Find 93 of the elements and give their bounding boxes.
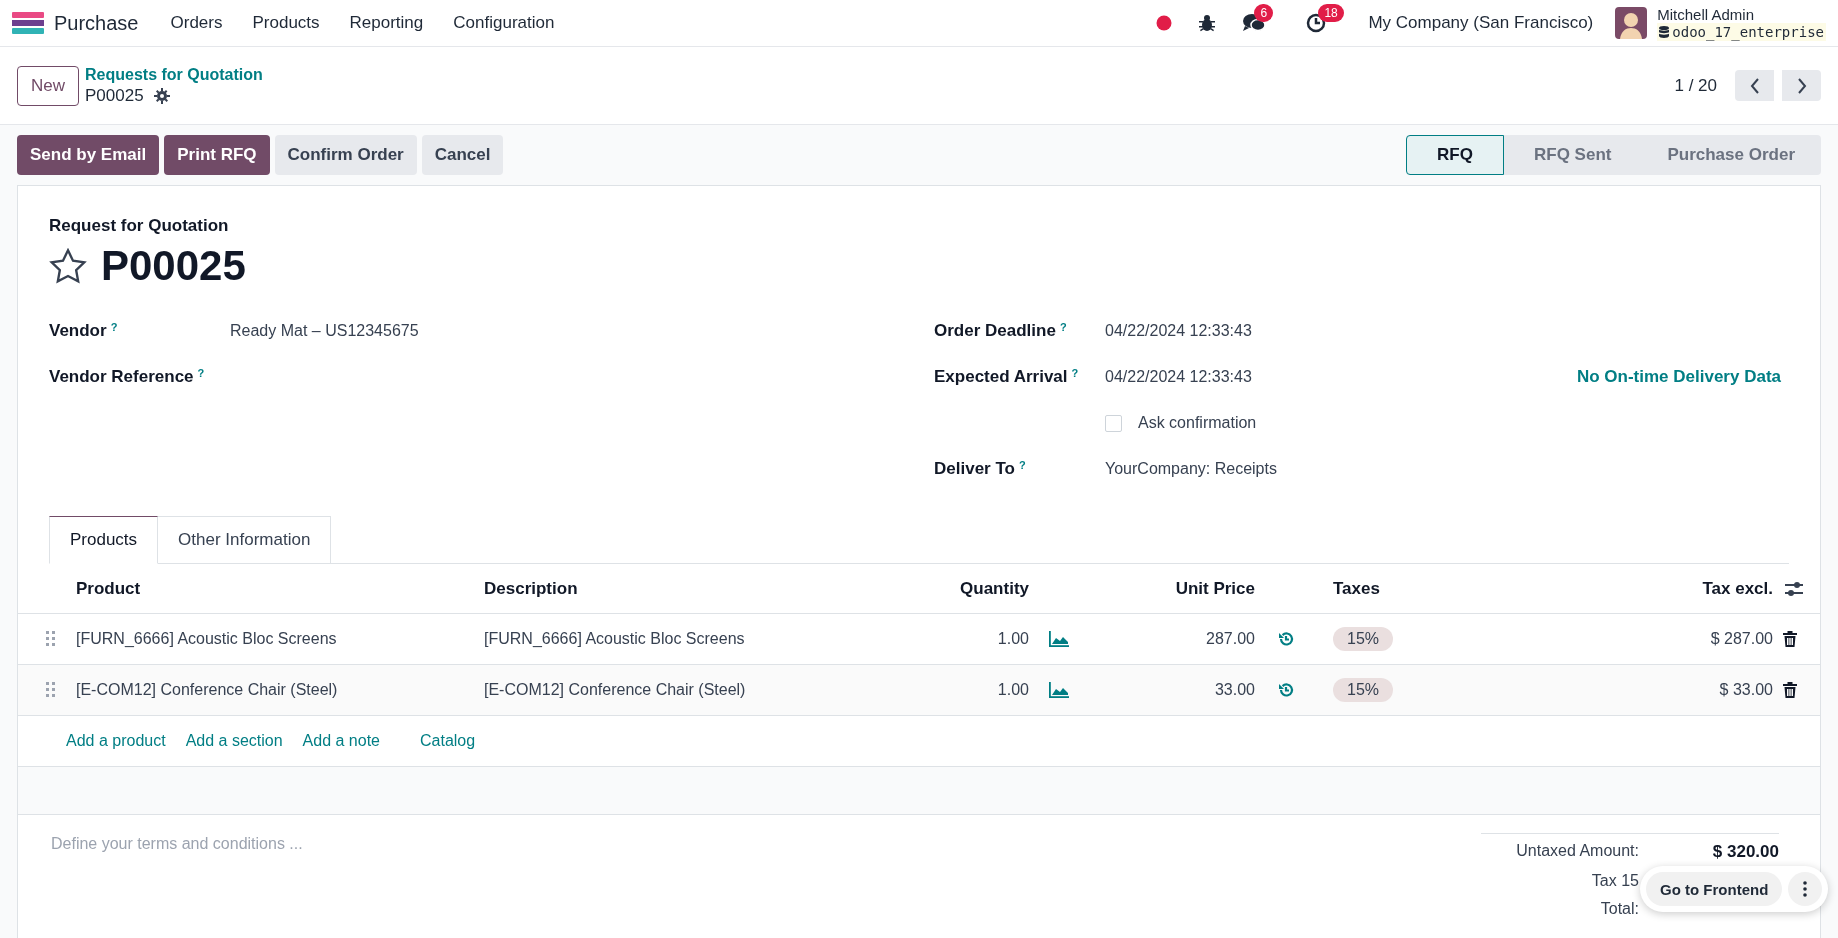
action-button[interactable]: Confirm Order	[274, 135, 417, 175]
area-chart-icon	[1049, 631, 1069, 647]
column-header[interactable]: Taxes	[1333, 578, 1380, 599]
field-label: Deliver To	[934, 459, 1015, 479]
bug-icon	[1198, 14, 1217, 32]
record-dot-icon	[1156, 15, 1173, 31]
area-chart-icon	[1049, 682, 1069, 698]
tax-tag: 15%	[1333, 678, 1394, 702]
help-tooltip[interactable]: ?	[1018, 459, 1026, 471]
table-cell: 1.00	[997, 630, 1029, 648]
delete-icon[interactable]	[1783, 631, 1797, 647]
chevron-right-icon	[1796, 77, 1807, 94]
record-title: P00025	[101, 242, 246, 290]
add-line-link[interactable]: Add a note	[302, 732, 380, 750]
chevron-left-icon	[1749, 77, 1760, 94]
company-switcher[interactable]: My Company (San Francisco)	[1342, 13, 1610, 33]
total-label: Untaxed Amount:	[1516, 842, 1639, 859]
drag-handle-icon	[46, 631, 56, 647]
add-line-link[interactable]: Add a section	[185, 732, 283, 750]
checkbox-label: Ask confirmation	[1138, 414, 1257, 432]
star-icon[interactable]	[49, 248, 87, 284]
field-value[interactable]: Ready Mat – US12345675	[230, 322, 934, 340]
menu-item[interactable]: Configuration	[441, 13, 567, 33]
pager-value: 1 / 20	[1674, 75, 1717, 96]
field-value[interactable]: 04/22/2024 12:33:43	[1105, 322, 1789, 340]
tax-tag: 15%	[1333, 627, 1394, 651]
field-label: Vendor Reference	[49, 367, 194, 387]
settings-icon	[153, 87, 170, 104]
table-cell: [FURN_6666] Acoustic Bloc Screens	[76, 630, 337, 648]
breadcrumb-link[interactable]: Requests for Quotation	[85, 65, 263, 84]
action-button[interactable]: Print RFQ	[164, 135, 270, 175]
field-label: Vendor	[49, 321, 107, 341]
table-cell: [E-COM12] Conference Chair (Steel)	[76, 681, 338, 699]
table-cell: 287.00	[1206, 630, 1255, 648]
total-label: Tax 15	[1591, 872, 1639, 889]
menu-item[interactable]: Reporting	[337, 13, 436, 33]
field-label: Order Deadline	[934, 321, 1056, 341]
table-cell: $ 287.00	[1710, 630, 1773, 648]
message-count-badge: 6	[1254, 4, 1274, 22]
status-stage[interactable]: Purchase Order	[1637, 135, 1821, 175]
avatar-icon	[1615, 7, 1648, 39]
checkbox[interactable]	[1105, 414, 1122, 432]
new-button[interactable]: New	[17, 65, 79, 106]
go-to-frontend-button[interactable]: Go to Frontend	[1646, 872, 1783, 906]
terms-field[interactable]: Define your terms and conditions ...	[49, 833, 753, 855]
column-header[interactable]: Quantity	[960, 578, 1029, 599]
app-name[interactable]: Purchase	[54, 11, 139, 35]
tab[interactable]: Other Information	[158, 516, 332, 564]
help-tooltip[interactable]: ?	[1059, 321, 1067, 333]
column-settings-icon	[1785, 580, 1803, 597]
menu-item[interactable]: Products	[240, 13, 332, 33]
next-button[interactable]	[1782, 70, 1821, 101]
total-label: Total:	[1600, 900, 1639, 917]
status-stage[interactable]: RFQ	[1406, 135, 1504, 175]
delete-icon[interactable]	[1783, 682, 1797, 698]
history-icon	[1278, 631, 1294, 647]
clock-icon	[1306, 13, 1327, 33]
action-button[interactable]: Send by Email	[17, 135, 160, 175]
record-name: P00025	[85, 85, 144, 106]
action-button[interactable]: Cancel	[421, 135, 504, 175]
help-tooltip[interactable]: ?	[1071, 367, 1079, 379]
table-cell: [FURN_6666] Acoustic Bloc Screens	[484, 630, 745, 648]
more-options-button[interactable]	[1788, 872, 1823, 906]
field-value[interactable]: YourCompany: Receipts	[1105, 460, 1789, 478]
app-logo-icon	[12, 12, 44, 34]
field-label: Expected Arrival	[934, 367, 1068, 387]
total-value: $ 320.00	[1712, 842, 1779, 861]
column-header[interactable]: Product	[76, 578, 141, 599]
form-subtitle: Request for Quotation	[49, 216, 230, 236]
table-cell: 1.00	[997, 681, 1029, 699]
activity-count-badge: 18	[1318, 4, 1344, 22]
kebab-icon	[1803, 881, 1808, 897]
table-cell: [E-COM12] Conference Chair (Steel)	[484, 681, 746, 699]
tab[interactable]: Products	[49, 516, 159, 564]
help-tooltip[interactable]: ?	[197, 367, 205, 379]
menu-item[interactable]: Orders	[158, 13, 235, 33]
status-stage[interactable]: RFQ Sent	[1504, 135, 1638, 175]
previous-button[interactable]	[1735, 70, 1774, 101]
user-name[interactable]: Mitchell Admin	[1657, 5, 1826, 23]
field-value[interactable]: 04/22/2024 12:33:43	[1105, 368, 1577, 386]
history-icon	[1278, 682, 1294, 698]
column-header[interactable]: Tax excl.	[1702, 578, 1773, 599]
help-tooltip[interactable]: ?	[110, 321, 118, 333]
delivery-data-link[interactable]: No On-time Delivery Data	[1576, 367, 1781, 387]
column-header[interactable]: Description	[484, 578, 578, 599]
database-icon	[1659, 25, 1670, 38]
add-line-link[interactable]: Catalog	[420, 732, 476, 750]
database-name: odoo_17_enterprise	[1672, 23, 1824, 40]
add-line-link[interactable]: Add a product	[66, 732, 166, 750]
drag-handle-icon	[46, 682, 56, 698]
column-header[interactable]: Unit Price	[1175, 578, 1255, 599]
table-cell: $ 33.00	[1719, 681, 1773, 699]
table-cell: 33.00	[1214, 681, 1255, 699]
